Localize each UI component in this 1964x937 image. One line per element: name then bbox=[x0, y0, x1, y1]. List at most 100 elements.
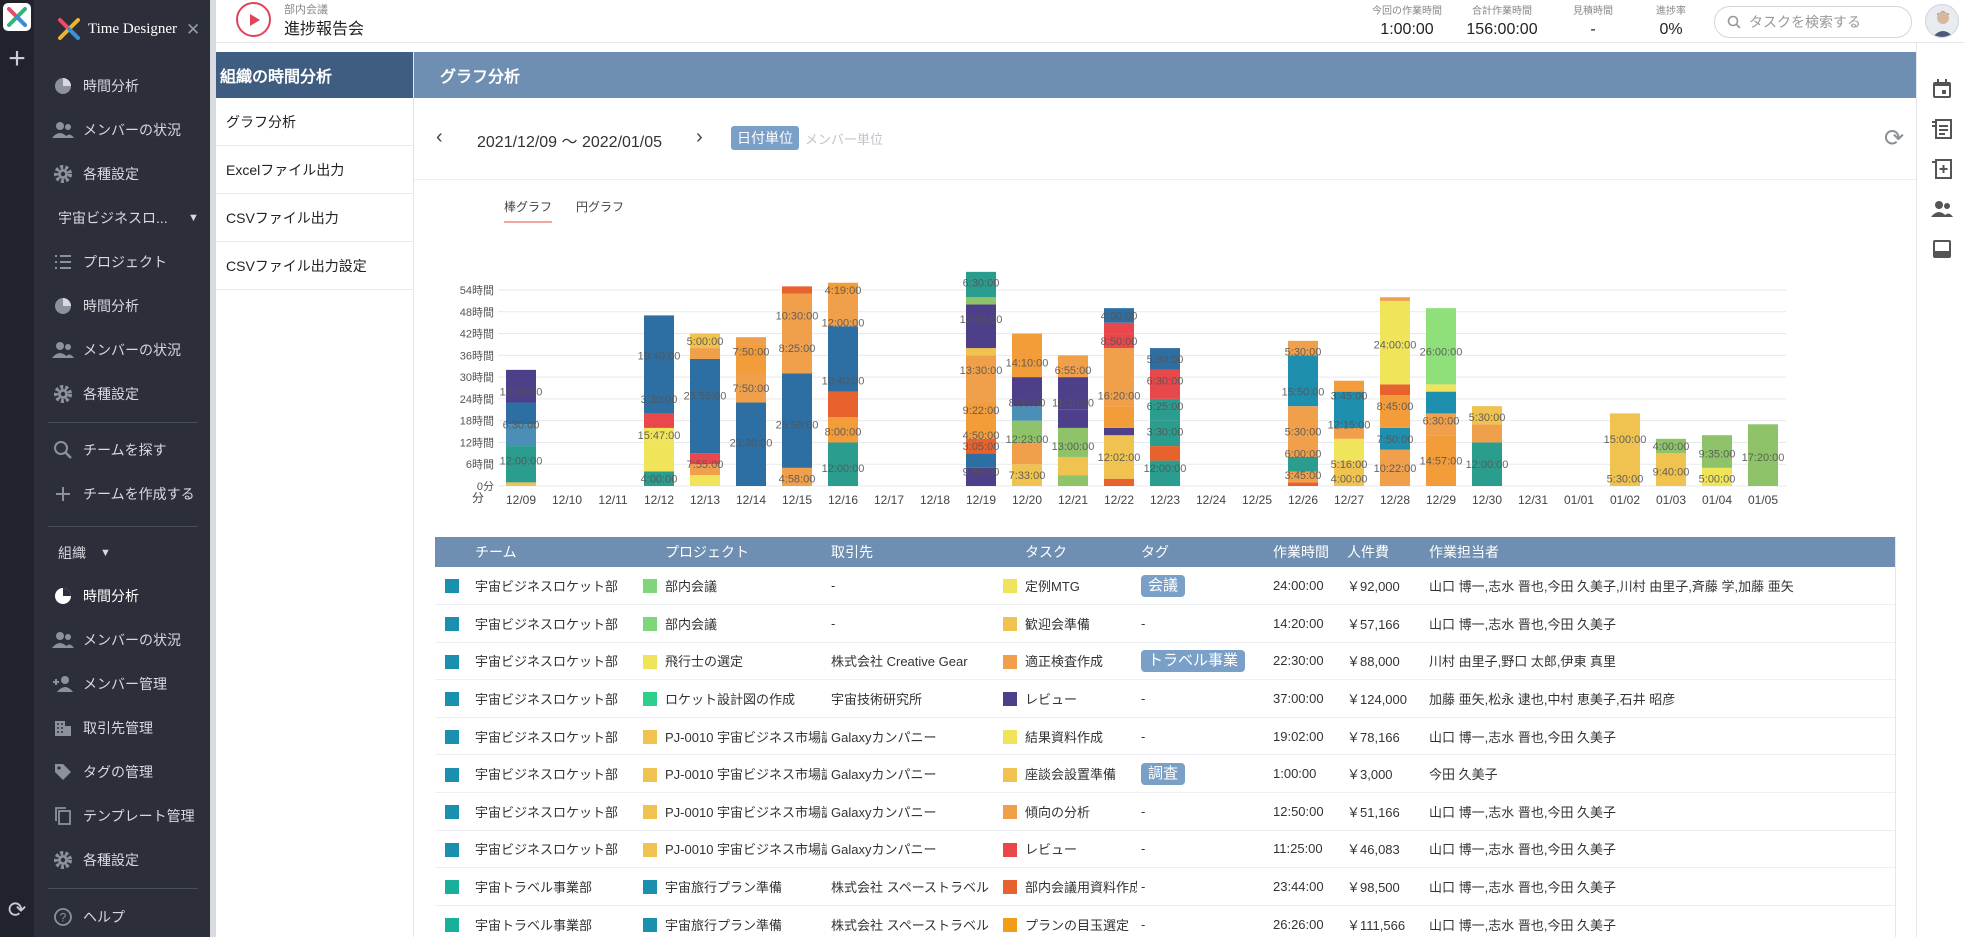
sidebar-item-2[interactable]: 各種設定 bbox=[52, 159, 202, 189]
calendar-icon[interactable] bbox=[1930, 77, 1954, 101]
sidebar-find-item-0[interactable]: チームを探す bbox=[52, 435, 202, 465]
sidebar-org-item-4[interactable]: タグの管理 bbox=[52, 757, 202, 787]
close-sidebar-icon[interactable]: ✕ bbox=[186, 20, 200, 40]
submenu-item-graph[interactable]: グラフ分析 bbox=[216, 98, 413, 146]
bar-segment bbox=[1058, 456, 1088, 476]
table-row[interactable]: 宇宙ビジネスロケット部 ロケット設計図の作成 宇宙技術研究所 レビュー - 37:00:0… bbox=[435, 680, 1895, 718]
cell-project: 宇宙旅行プラン準備 bbox=[665, 880, 783, 896]
cell-project: 宇宙旅行プラン準備 bbox=[665, 917, 783, 933]
table-row[interactable]: 宇宙トラベル事業部 宇宙旅行プラン準備 株式会社 スペーストラベル 部内会議用資料作成… bbox=[435, 868, 1895, 906]
sidebar-org-item-6[interactable]: 各種設定 bbox=[52, 845, 202, 875]
table-row[interactable]: 宇宙ビジネスロケット部 部内会議 - 定例MTG 会議 24:00:00 ￥92,000 山口… bbox=[435, 567, 1895, 605]
task-search-input[interactable]: タスクを検索する bbox=[1714, 6, 1912, 38]
sidebar-org-item-1[interactable]: メンバーの状況 bbox=[52, 625, 202, 655]
col-project[interactable]: プロジェクト bbox=[661, 537, 827, 567]
date-range[interactable]: 2021/12/09 〜 2022/01/05 bbox=[477, 128, 662, 152]
sidebar-team-item-2[interactable]: メンバーの状況 bbox=[52, 335, 202, 365]
task-swatch-cell bbox=[993, 605, 1021, 643]
pie-chart-icon bbox=[52, 295, 74, 317]
cell-task: 結果資料作成 bbox=[1025, 729, 1104, 745]
data-label: 6:55:00 bbox=[1055, 365, 1092, 377]
task-list-icon[interactable] bbox=[1930, 117, 1954, 141]
prev-range-button[interactable]: ‹ bbox=[436, 126, 443, 149]
cell-client: - bbox=[831, 578, 836, 594]
col-team[interactable]: チーム bbox=[471, 537, 633, 567]
org-selector[interactable]: 組織 ▼ bbox=[58, 543, 111, 563]
col-tag[interactable]: タグ bbox=[1137, 537, 1269, 567]
team-selector[interactable]: 宇宙ビジネスロ... ▼ bbox=[58, 208, 208, 228]
members-icon[interactable] bbox=[1930, 197, 1954, 221]
project-swatch-cell bbox=[633, 680, 661, 718]
sidebar-org-item-3[interactable]: 取引先管理 bbox=[52, 713, 202, 743]
team-swatch-cell bbox=[435, 680, 471, 718]
pie-chart-icon bbox=[52, 75, 74, 97]
cell-task: 歓迎会準備 bbox=[1025, 616, 1091, 632]
x-tick-label: 01/05 bbox=[1748, 493, 1778, 507]
cell-cost: ￥111,566 bbox=[1347, 917, 1406, 933]
table-row[interactable]: 宇宙ビジネスロケット部 PJ-0010 宇宙ビジネス市場調査Galaxyカンパニー… bbox=[435, 830, 1895, 868]
current-task-title[interactable]: 進捗報告会 bbox=[284, 15, 364, 39]
submenu-item-csv-export[interactable]: CSVファイル出力 bbox=[216, 194, 413, 242]
table-row[interactable]: 宇宙ビジネスロケット部 飛行士の選定 株式会社 Creative Gear 適正検査作… bbox=[435, 642, 1895, 680]
table-row[interactable]: 宇宙ビジネスロケット部 部内会議 - 歓迎会準備 - 14:20:00 ￥57,166 山口 … bbox=[435, 605, 1895, 643]
team-color-swatch bbox=[445, 805, 459, 820]
help-link[interactable]: ? ヘルプ bbox=[52, 902, 202, 932]
submenu-item-csv-settings[interactable]: CSVファイル出力設定 bbox=[216, 242, 413, 290]
refresh-icon[interactable]: ⟳ bbox=[5, 898, 29, 922]
table-edge bbox=[1895, 537, 1896, 937]
stat-value: - bbox=[1590, 21, 1596, 38]
app-logo-icon[interactable] bbox=[3, 3, 31, 31]
inbox-icon[interactable] bbox=[1930, 237, 1954, 261]
brand-logo-icon bbox=[58, 18, 80, 40]
cell-members: 山口 博一,志水 晋也,今田 久美子 bbox=[1429, 729, 1617, 745]
table-row[interactable]: 宇宙ビジネスロケット部 PJ-0010 宇宙ビジネス市場調査Galaxyカンパニー… bbox=[435, 755, 1895, 793]
unit-toggle-date[interactable]: 日付単位 bbox=[731, 126, 799, 150]
col-members[interactable]: 作業担当者 bbox=[1425, 537, 1895, 567]
reload-icon[interactable]: ⟳ bbox=[1884, 124, 1904, 153]
people-icon bbox=[52, 629, 74, 651]
sidebar-org-item-5[interactable]: テンプレート管理 bbox=[52, 801, 202, 831]
copy-icon bbox=[52, 805, 74, 827]
col-time[interactable]: 作業時間 bbox=[1269, 537, 1343, 567]
sidebar-team-item-1[interactable]: 時間分析 bbox=[52, 291, 202, 321]
user-avatar[interactable] bbox=[1925, 4, 1959, 38]
add-icon[interactable]: + bbox=[4, 44, 30, 74]
team-color-swatch bbox=[445, 842, 459, 857]
team-color-swatch bbox=[445, 767, 459, 782]
team-name: 宇宙ビジネスロ... bbox=[58, 210, 168, 226]
project-color-swatch bbox=[643, 729, 657, 744]
sidebar-team-item-0[interactable]: プロジェクト bbox=[52, 247, 202, 277]
x-tick-label: 12/18 bbox=[920, 493, 950, 507]
sidebar-org-item-0[interactable]: 時間分析 bbox=[52, 581, 202, 611]
col-cost[interactable]: 人件費 bbox=[1343, 537, 1425, 567]
add-task-icon[interactable] bbox=[1930, 157, 1954, 181]
team-color-swatch bbox=[445, 917, 459, 932]
team-swatch-cell bbox=[435, 717, 471, 755]
task-swatch-cell bbox=[993, 830, 1021, 868]
cell-task: 適正検査作成 bbox=[1025, 654, 1104, 670]
unit-toggle-member[interactable]: メンバー単位 bbox=[805, 129, 883, 148]
table-row[interactable]: 宇宙ビジネスロケット部 PJ-0010 宇宙ビジネス市場調査Galaxyカンパニー… bbox=[435, 717, 1895, 755]
bar-segment bbox=[1150, 446, 1180, 461]
project-color-swatch bbox=[643, 767, 657, 782]
data-label: 5:30:00 bbox=[1285, 347, 1322, 359]
sidebar-item-0[interactable]: 時間分析 bbox=[52, 71, 202, 101]
sidebar-divider bbox=[48, 888, 198, 889]
cell-members: 山口 博一,志水 晋也,今田 久美子 bbox=[1429, 842, 1617, 858]
x-tick-label: 12/14 bbox=[736, 493, 766, 507]
cell-tag: 会議 bbox=[1137, 567, 1269, 605]
project-swatch-cell bbox=[633, 717, 661, 755]
play-timer-button[interactable] bbox=[236, 2, 271, 37]
sidebar-team-item-3[interactable]: 各種設定 bbox=[52, 379, 202, 409]
sidebar-item-1[interactable]: メンバーの状況 bbox=[52, 115, 202, 145]
data-label: 9:40:00 bbox=[1653, 466, 1690, 478]
col-task[interactable]: タスク bbox=[1021, 537, 1137, 567]
sidebar-find-item-1[interactable]: チームを作成する bbox=[52, 479, 202, 509]
next-range-button[interactable]: › bbox=[696, 126, 703, 149]
table-row[interactable]: 宇宙トラベル事業部 宇宙旅行プラン準備 株式会社 スペーストラベル プランの目玉選定 -… bbox=[435, 905, 1895, 937]
table-row[interactable]: 宇宙ビジネスロケット部 PJ-0010 宇宙ビジネス市場調査Galaxyカンパニー… bbox=[435, 793, 1895, 831]
sidebar-org-item-2[interactable]: メンバー管理 bbox=[52, 669, 202, 699]
project-color-swatch bbox=[643, 692, 657, 707]
col-client[interactable]: 取引先 bbox=[827, 537, 993, 567]
submenu-item-excel-export[interactable]: Excelファイル出力 bbox=[216, 146, 413, 194]
